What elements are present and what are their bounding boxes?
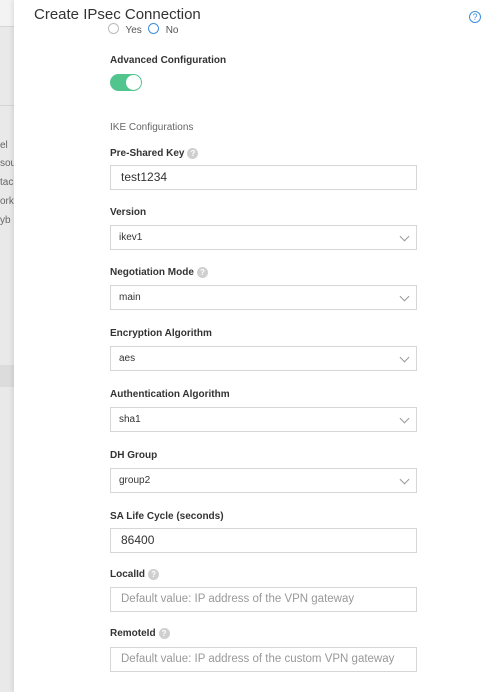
radio-yes[interactable] (108, 23, 119, 34)
backdrop-text: sou (0, 158, 14, 169)
authentication-value: sha1 (119, 414, 141, 425)
question-icon[interactable]: ? (196, 267, 208, 278)
version-label: Version (110, 207, 147, 218)
psk-label: Pre-Shared Key? (110, 148, 199, 160)
backdrop-text: tac (0, 177, 14, 188)
page-backdrop: el sou tac ork yb (0, 0, 14, 692)
backdrop-divider (0, 105, 14, 106)
version-value: ikev1 (119, 232, 143, 243)
encryption-label: Encryption Algorithm (110, 328, 212, 339)
local-id-input[interactable]: Default value: IP address of the VPN gat… (110, 587, 417, 612)
sa-life-label: SA Life Cycle (seconds) (110, 511, 224, 522)
radio-group: Yes No (108, 22, 180, 34)
negotiation-value: main (119, 292, 141, 303)
dh-group-value: group2 (119, 475, 151, 486)
question-icon[interactable]: ? (187, 148, 199, 159)
backdrop-text: el (0, 140, 8, 151)
backdrop-divider (0, 26, 14, 27)
negotiation-label-text: Negotiation Mode (110, 267, 194, 279)
advanced-config-label: Advanced Configuration (110, 55, 227, 66)
remote-id-label: RemoteId? (110, 628, 170, 639)
chevron-down-icon (399, 291, 410, 302)
help-circle-icon[interactable]: ? (469, 11, 481, 23)
encryption-value: aes (119, 353, 136, 364)
backdrop-header (0, 0, 14, 26)
authentication-select[interactable]: sha1 (110, 407, 417, 432)
encryption-select[interactable]: aes (110, 346, 417, 371)
local-id-label-text: LocalId (110, 569, 146, 581)
remote-id-label-text: RemoteId (110, 628, 156, 640)
negotiation-select[interactable]: main (110, 285, 417, 310)
backdrop-text: yb (0, 215, 11, 226)
dh-group-select[interactable]: group2 (110, 468, 417, 493)
version-select[interactable]: ikev1 (110, 225, 417, 250)
authentication-label: Authentication Algorithm (110, 389, 230, 400)
question-icon[interactable]: ? (158, 628, 170, 639)
psk-label-text: Pre-Shared Key (110, 148, 185, 160)
chevron-down-icon (399, 231, 410, 242)
backdrop-text: ork (0, 196, 14, 207)
drawer-title: Create IPsec Connection (34, 6, 201, 23)
chevron-down-icon (399, 474, 410, 485)
radio-no[interactable] (148, 23, 160, 34)
negotiation-label: Negotiation Mode? (110, 267, 208, 278)
sa-life-input[interactable]: 86400 (110, 528, 417, 553)
toggle-knob (126, 75, 141, 90)
create-ipsec-drawer: Create IPsec Connection ? Yes No Advance… (14, 0, 481, 692)
ike-section-title: IKE Configurations (110, 122, 194, 133)
backdrop-highlighted-row (0, 365, 14, 387)
psk-input[interactable]: test1234 (110, 165, 417, 190)
chevron-down-icon (399, 413, 410, 424)
chevron-down-icon (399, 352, 410, 363)
radio-no-label: No (165, 25, 179, 34)
dh-group-label: DH Group (110, 450, 158, 461)
advanced-config-toggle[interactable] (110, 74, 142, 91)
question-icon[interactable]: ? (148, 569, 160, 580)
remote-id-input[interactable]: Default value: IP address of the custom … (110, 647, 417, 672)
local-id-label: LocalId? (110, 569, 160, 581)
radio-yes-label: Yes (125, 25, 142, 34)
